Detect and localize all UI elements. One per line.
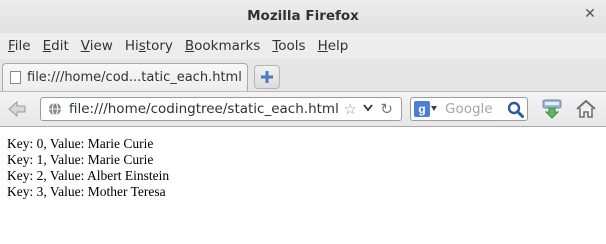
globe-icon — [48, 102, 62, 116]
reload-icon[interactable]: ↻ — [380, 100, 393, 118]
menu-tools[interactable]: Tools — [268, 38, 309, 54]
home-button[interactable] — [572, 95, 600, 123]
menu-history[interactable]: History — [121, 38, 177, 54]
google-icon: g — [414, 101, 430, 117]
menu-edit[interactable]: Edit — [39, 38, 73, 54]
blank-page-icon — [10, 71, 21, 84]
title-bar: Mozilla Firefox ✕ — [0, 0, 606, 33]
output-line: Key: 1, Value: Marie Curie — [7, 152, 154, 167]
url-text: file:///home/codingtree/static_each.html — [69, 101, 339, 117]
search-engine-selector[interactable]: g — [414, 101, 437, 117]
home-icon — [576, 99, 596, 118]
page-content: Key: 0, Value: Marie Curie Key: 1, Value… — [0, 127, 606, 244]
close-button[interactable]: ✕ — [578, 2, 602, 26]
search-input[interactable] — [445, 99, 503, 119]
downloads-button[interactable] — [538, 95, 566, 123]
back-arrow-icon — [8, 100, 26, 118]
menu-file[interactable]: File — [4, 38, 35, 54]
chevron-down-icon[interactable] — [363, 102, 373, 115]
chevron-down-icon — [431, 104, 437, 114]
search-bar: g — [410, 97, 528, 121]
star-icon[interactable]: ☆ — [344, 100, 357, 118]
tab-active[interactable]: file:///home/cod...tatic_each.html — [2, 63, 248, 91]
new-tab-button[interactable] — [254, 65, 280, 89]
tab-strip: file:///home/cod...tatic_each.html — [0, 59, 606, 92]
browser-window: Mozilla Firefox ✕ File Edit View History… — [0, 0, 606, 244]
tab-title: file:///home/cod...tatic_each.html — [27, 70, 242, 85]
menu-view[interactable]: View — [77, 38, 117, 54]
close-icon: ✕ — [584, 6, 596, 22]
url-bar[interactable]: file:///home/codingtree/static_each.html… — [40, 97, 402, 121]
window-title: Mozilla Firefox — [247, 8, 359, 24]
menu-bookmarks[interactable]: Bookmarks — [181, 38, 264, 54]
menu-bar: File Edit View History Bookmarks Tools H… — [0, 33, 606, 59]
output-line: Key: 0, Value: Marie Curie — [7, 136, 154, 151]
plus-icon — [261, 71, 273, 83]
navigation-toolbar: file:///home/codingtree/static_each.html… — [0, 92, 606, 127]
magnifier-icon[interactable] — [507, 101, 524, 118]
back-button[interactable] — [2, 95, 32, 123]
output-list: Key: 0, Value: Marie Curie Key: 1, Value… — [7, 136, 169, 200]
menu-help[interactable]: Help — [314, 38, 353, 54]
downloads-icon — [542, 99, 562, 119]
output-line: Key: 2, Value: Albert Einstein — [7, 168, 170, 183]
output-line: Key: 3, Value: Mother Teresa — [7, 184, 166, 199]
